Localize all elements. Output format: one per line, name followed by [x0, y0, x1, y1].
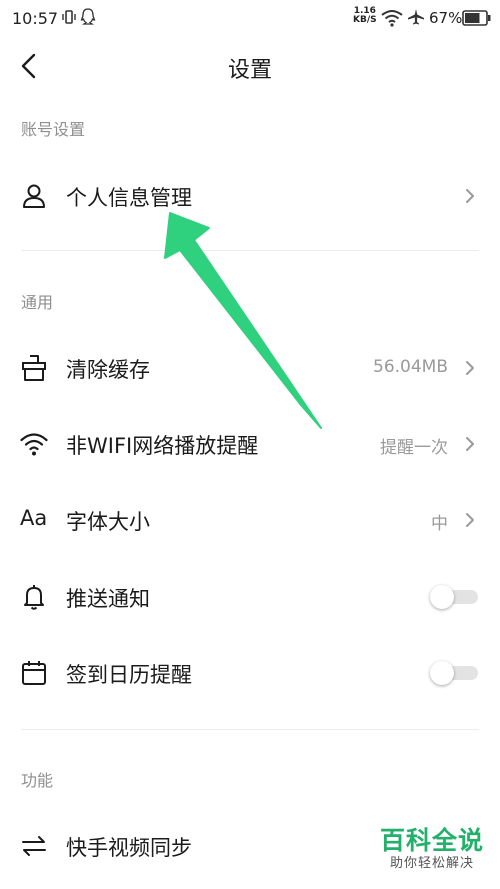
broom-icon [22, 355, 46, 381]
row-clear-cache-label: 清除缓存 [66, 358, 150, 382]
qq-icon [80, 8, 96, 25]
row-clear-cache[interactable]: 清除缓存 56.04MB [0, 330, 500, 404]
person-icon [23, 184, 45, 208]
network-speed: 1.16 KB/S [353, 7, 377, 25]
checkin-calendar-toggle[interactable] [430, 661, 478, 685]
watermark-logo: 百科全说 助你轻松解决 [376, 826, 488, 872]
section-divider [21, 250, 479, 251]
row-checkin-calendar-label: 签到日历提醒 [66, 663, 192, 687]
chevron-right-icon [466, 189, 474, 203]
chevron-right-icon [466, 437, 474, 451]
toggle-knob [430, 661, 454, 685]
font-size-value: 中 [431, 514, 448, 534]
airplane-mode-icon [408, 9, 424, 25]
toggle-knob [430, 585, 454, 609]
row-personal-info[interactable]: 个人信息管理 [0, 158, 500, 232]
bell-icon [24, 585, 44, 610]
section-header-general: 通用 [21, 293, 54, 312]
section-divider [21, 729, 479, 730]
status-time: 10:57 [12, 9, 59, 28]
reminder-frequency-value: 提醒一次 [380, 438, 448, 458]
row-sync-kuaishou-label: 快手视频同步 [66, 836, 192, 860]
battery-percent: 67% [429, 9, 463, 27]
row-push-notification-label: 推送通知 [66, 587, 150, 611]
row-non-wifi-reminder-label: 非WIFI网络播放提醒 [66, 434, 259, 458]
row-push-notification: 推送通知 [0, 559, 500, 633]
push-notification-toggle[interactable] [430, 585, 478, 609]
status-bar: 10:57 1.16 KB/S 67% [0, 0, 500, 36]
row-font-size[interactable]: Aa 字体大小 中 [0, 482, 500, 556]
title-bar: 设置 [0, 36, 500, 96]
wifi-status-icon [381, 10, 403, 27]
page-title: 设置 [227, 58, 272, 83]
swap-arrows-icon [22, 836, 46, 856]
font-size-icon: Aa [20, 506, 48, 530]
watermark-title: 百科全说 [379, 826, 484, 855]
cache-size-value: 56.04MB [373, 357, 448, 377]
vibrate-icon [62, 10, 76, 24]
network-speed-unit: KB/S [353, 15, 377, 25]
row-checkin-calendar: 签到日历提醒 [0, 635, 500, 709]
chevron-right-icon [466, 361, 474, 375]
section-header-account: 账号设置 [21, 120, 86, 139]
row-personal-info-label: 个人信息管理 [66, 186, 192, 210]
chevron-right-icon [466, 513, 474, 527]
watermark-subtitle: 助你轻松解决 [389, 856, 474, 871]
battery-icon [462, 10, 491, 26]
row-font-size-label: 字体大小 [66, 510, 150, 534]
section-header-features: 功能 [21, 771, 54, 790]
row-non-wifi-reminder[interactable]: 非WIFI网络播放提醒 提醒一次 [0, 406, 500, 480]
wifi-icon [20, 433, 48, 456]
calendar-icon [22, 661, 46, 685]
